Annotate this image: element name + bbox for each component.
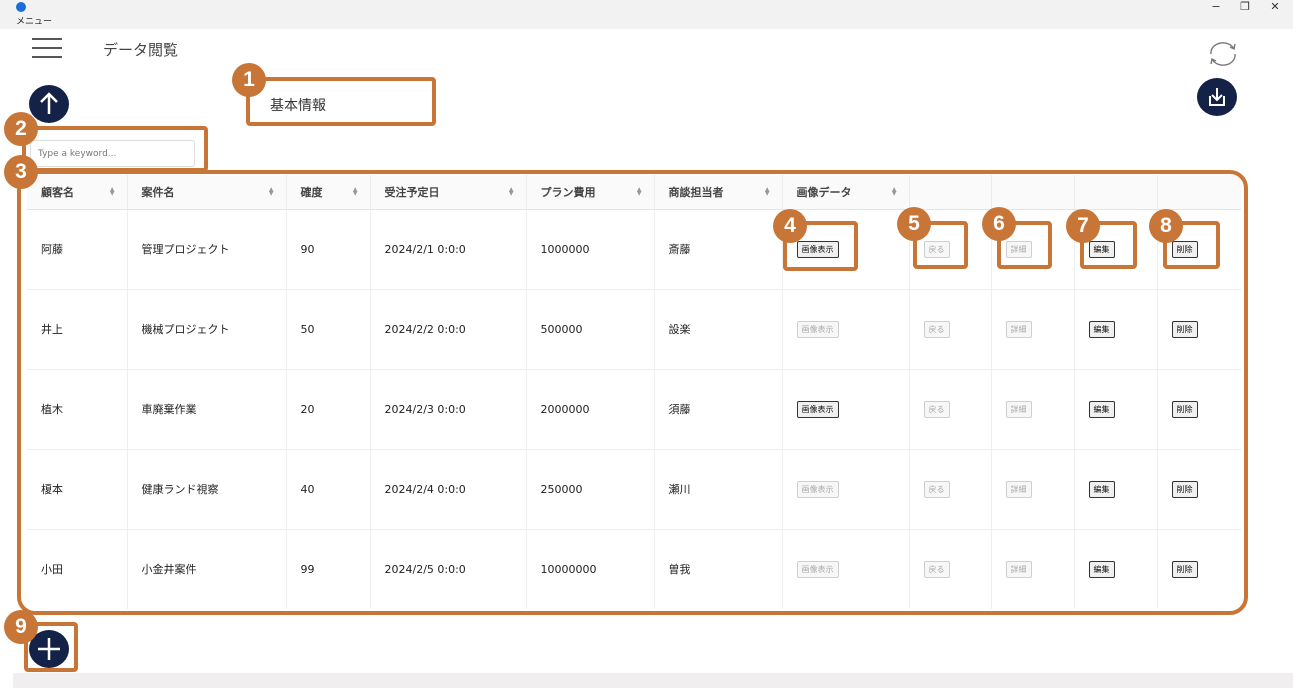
app-window: メニュー − ❐ ✕ データ閲覧 基本情報 Type a keyword... …	[0, 0, 1293, 688]
callout-badge-4: 4	[773, 209, 807, 243]
callout-badge-9: 9	[4, 610, 38, 644]
download-icon	[1209, 88, 1225, 106]
callout-box-3	[17, 170, 1248, 615]
callout-badge-3: 3	[4, 155, 38, 189]
status-bar	[13, 673, 1293, 688]
titlebar: メニュー − ❐ ✕	[0, 0, 1293, 29]
callout-badge-1: 1	[232, 63, 266, 97]
callout-badge-7: 7	[1066, 209, 1100, 243]
callout-badge-6: 6	[982, 207, 1016, 241]
minimize-button[interactable]: −	[1201, 0, 1231, 14]
callout-badge-5: 5	[897, 207, 931, 241]
callout-badge-8: 8	[1149, 209, 1183, 243]
page-title: データ閲覧	[103, 41, 179, 59]
close-button[interactable]: ✕	[1260, 0, 1290, 14]
app-icon	[16, 2, 26, 12]
callout-badge-2: 2	[4, 112, 38, 146]
upload-button[interactable]	[29, 85, 69, 123]
callout-box-1	[246, 77, 436, 126]
maximize-button[interactable]: ❐	[1230, 0, 1260, 14]
refresh-icon[interactable]	[1206, 40, 1240, 68]
menu-label[interactable]: メニュー	[16, 14, 52, 27]
export-button[interactable]	[1197, 78, 1237, 116]
hamburger-icon[interactable]	[32, 38, 62, 58]
arrow-up-icon	[40, 92, 58, 114]
callout-box-2	[22, 126, 208, 172]
